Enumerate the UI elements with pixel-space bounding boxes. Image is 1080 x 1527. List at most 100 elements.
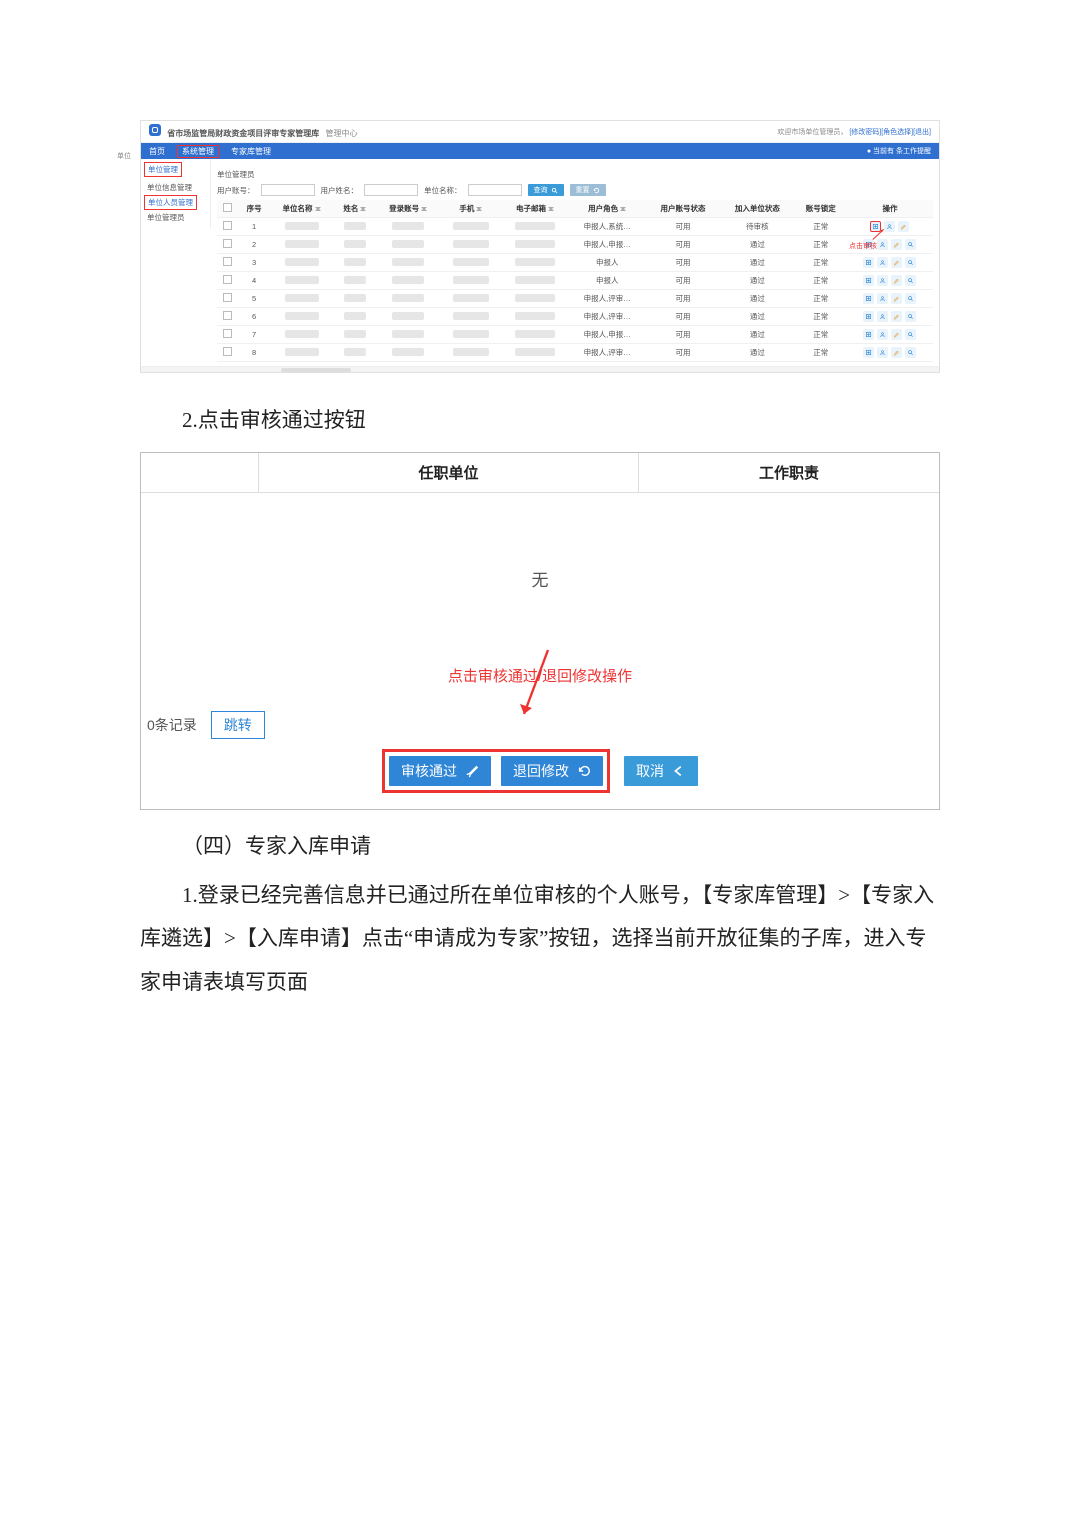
cell-email-blur — [515, 222, 555, 230]
row-checkbox[interactable] — [223, 347, 232, 356]
col-org[interactable]: 单位名称 — [269, 200, 333, 218]
col-email[interactable]: 电子邮箱 — [502, 200, 569, 218]
table-row: 2申报人,申报…可用通过正常 — [217, 236, 933, 254]
cell-join-status: 通过 — [720, 344, 794, 362]
op-user-icon[interactable] — [877, 275, 888, 286]
nav-expert-lib[interactable]: 专家库管理 — [231, 146, 271, 157]
cell-role: 申报人,系统… — [569, 218, 646, 236]
op-edit-icon[interactable] — [891, 311, 902, 322]
filter-name-input[interactable] — [364, 184, 418, 196]
cell-acct-state: 正常 — [795, 290, 847, 308]
col-join-status: 加入单位状态 — [720, 200, 794, 218]
cell-join-status: 通过 — [720, 272, 794, 290]
approve-button[interactable]: 审核通过 — [389, 756, 491, 786]
row-checkbox[interactable] — [223, 293, 232, 302]
col-name[interactable]: 姓名 — [334, 200, 376, 218]
op-edit-icon[interactable] — [891, 239, 902, 250]
op-edit-icon[interactable] — [891, 293, 902, 304]
filter-org-input[interactable] — [468, 184, 522, 196]
approve-icon — [465, 764, 479, 778]
col-phone[interactable]: 手机 — [440, 200, 501, 218]
filter-org-label: 单位名称： — [424, 185, 462, 196]
op-view-icon[interactable] — [905, 239, 916, 250]
sort-icon[interactable] — [315, 205, 321, 213]
row-checkbox[interactable] — [223, 239, 232, 248]
op-audit-icon[interactable] — [863, 257, 874, 268]
col-role[interactable]: 用户角色 — [569, 200, 646, 218]
op-audit-icon[interactable] — [863, 329, 874, 340]
search-button[interactable]: 查询 — [528, 184, 564, 196]
op-view-icon[interactable] — [905, 293, 916, 304]
op-edit-icon[interactable] — [891, 329, 902, 340]
cell-acct-status: 可用 — [646, 308, 720, 326]
cell-email-blur — [515, 240, 555, 248]
op-user-icon[interactable] — [877, 257, 888, 268]
return-button[interactable]: 退回修改 — [501, 756, 603, 786]
sort-icon[interactable] — [421, 205, 427, 213]
row-checkbox[interactable] — [223, 275, 232, 284]
row-checkbox[interactable] — [223, 311, 232, 320]
filter-account-label: 用户账号： — [217, 185, 255, 196]
sort-icon[interactable] — [476, 205, 482, 213]
s2-jump-button[interactable]: 跳转 — [211, 711, 265, 739]
sidebar-item-org-admin[interactable]: 单位管理员 — [144, 210, 207, 225]
cell-idx: 5 — [239, 290, 270, 308]
table-row: 8申报人,评审…可用通过正常 — [217, 344, 933, 362]
main-nav: 首页 系统管理 专家库管理 ● 当前有 条工作提醒 — [141, 143, 939, 159]
horiz-scrollbar[interactable] — [141, 366, 939, 372]
cell-join-status: 通过 — [720, 326, 794, 344]
op-user-icon[interactable] — [877, 347, 888, 358]
op-view-icon[interactable] — [905, 257, 916, 268]
cell-name-blur — [344, 348, 366, 356]
op-view-icon[interactable] — [905, 347, 916, 358]
cell-org-blur — [285, 312, 319, 320]
checkbox-all[interactable] — [223, 203, 232, 212]
op-user-icon[interactable] — [877, 329, 888, 340]
user-table: 序号 单位名称 姓名 登录账号 手机 电子邮箱 用户角色 用户账号状态 加入单位… — [217, 200, 933, 362]
sidebar-header[interactable]: 单位管理 — [144, 162, 182, 177]
op-audit-icon[interactable] — [863, 293, 874, 304]
op-user-icon[interactable] — [877, 311, 888, 322]
sort-icon[interactable] — [360, 205, 366, 213]
op-edit-icon[interactable] — [891, 257, 902, 268]
scroll-thumb[interactable] — [281, 368, 351, 372]
cell-phone-blur — [453, 276, 489, 284]
row-checkbox[interactable] — [223, 329, 232, 338]
op-view-icon[interactable] — [905, 311, 916, 322]
op-edit-icon[interactable] — [898, 221, 909, 232]
cell-join-status: 通过 — [720, 236, 794, 254]
op-edit-icon[interactable] — [891, 275, 902, 286]
undo-icon — [577, 764, 591, 778]
op-audit-icon[interactable] — [863, 311, 874, 322]
nav-notice[interactable]: ● 当前有 条工作提醒 — [867, 146, 931, 156]
cell-acct-blur — [392, 348, 424, 356]
sidebar-item-org-info[interactable]: 单位信息管理 — [144, 180, 207, 195]
cell-role: 申报人,评审… — [569, 290, 646, 308]
reset-button[interactable]: 重置 — [570, 184, 606, 196]
cancel-button[interactable]: 取消 — [624, 756, 698, 786]
cell-role: 申报人,评审… — [569, 344, 646, 362]
op-user-icon[interactable] — [877, 293, 888, 304]
sidebar-item-org-members[interactable]: 单位人员管理 — [144, 195, 197, 210]
row-checkbox[interactable] — [223, 257, 232, 266]
op-edit-icon[interactable] — [891, 347, 902, 358]
cell-acct-status: 可用 — [646, 254, 720, 272]
sort-icon[interactable] — [620, 205, 626, 213]
cell-phone-blur — [453, 222, 489, 230]
row-checkbox[interactable] — [223, 221, 232, 230]
filter-account-input[interactable] — [261, 184, 315, 196]
nav-system[interactable]: 系统管理 — [177, 145, 219, 158]
col-acct[interactable]: 登录账号 — [376, 200, 440, 218]
cell-role: 申报人 — [569, 272, 646, 290]
s2-button-row: 审核通过 退回修改 取消 — [382, 749, 698, 793]
filter-name-label: 用户姓名： — [321, 185, 359, 196]
welcome-links[interactable]: [修改密码][角色选择][退出] — [849, 129, 931, 136]
op-view-icon[interactable] — [905, 275, 916, 286]
op-view-icon[interactable] — [905, 329, 916, 340]
sort-icon[interactable] — [548, 205, 554, 213]
nav-home[interactable]: 首页 — [149, 146, 165, 157]
op-audit-icon[interactable] — [863, 347, 874, 358]
op-audit-icon[interactable] — [863, 275, 874, 286]
cell-acct-blur — [392, 276, 424, 284]
cell-email-blur — [515, 258, 555, 266]
